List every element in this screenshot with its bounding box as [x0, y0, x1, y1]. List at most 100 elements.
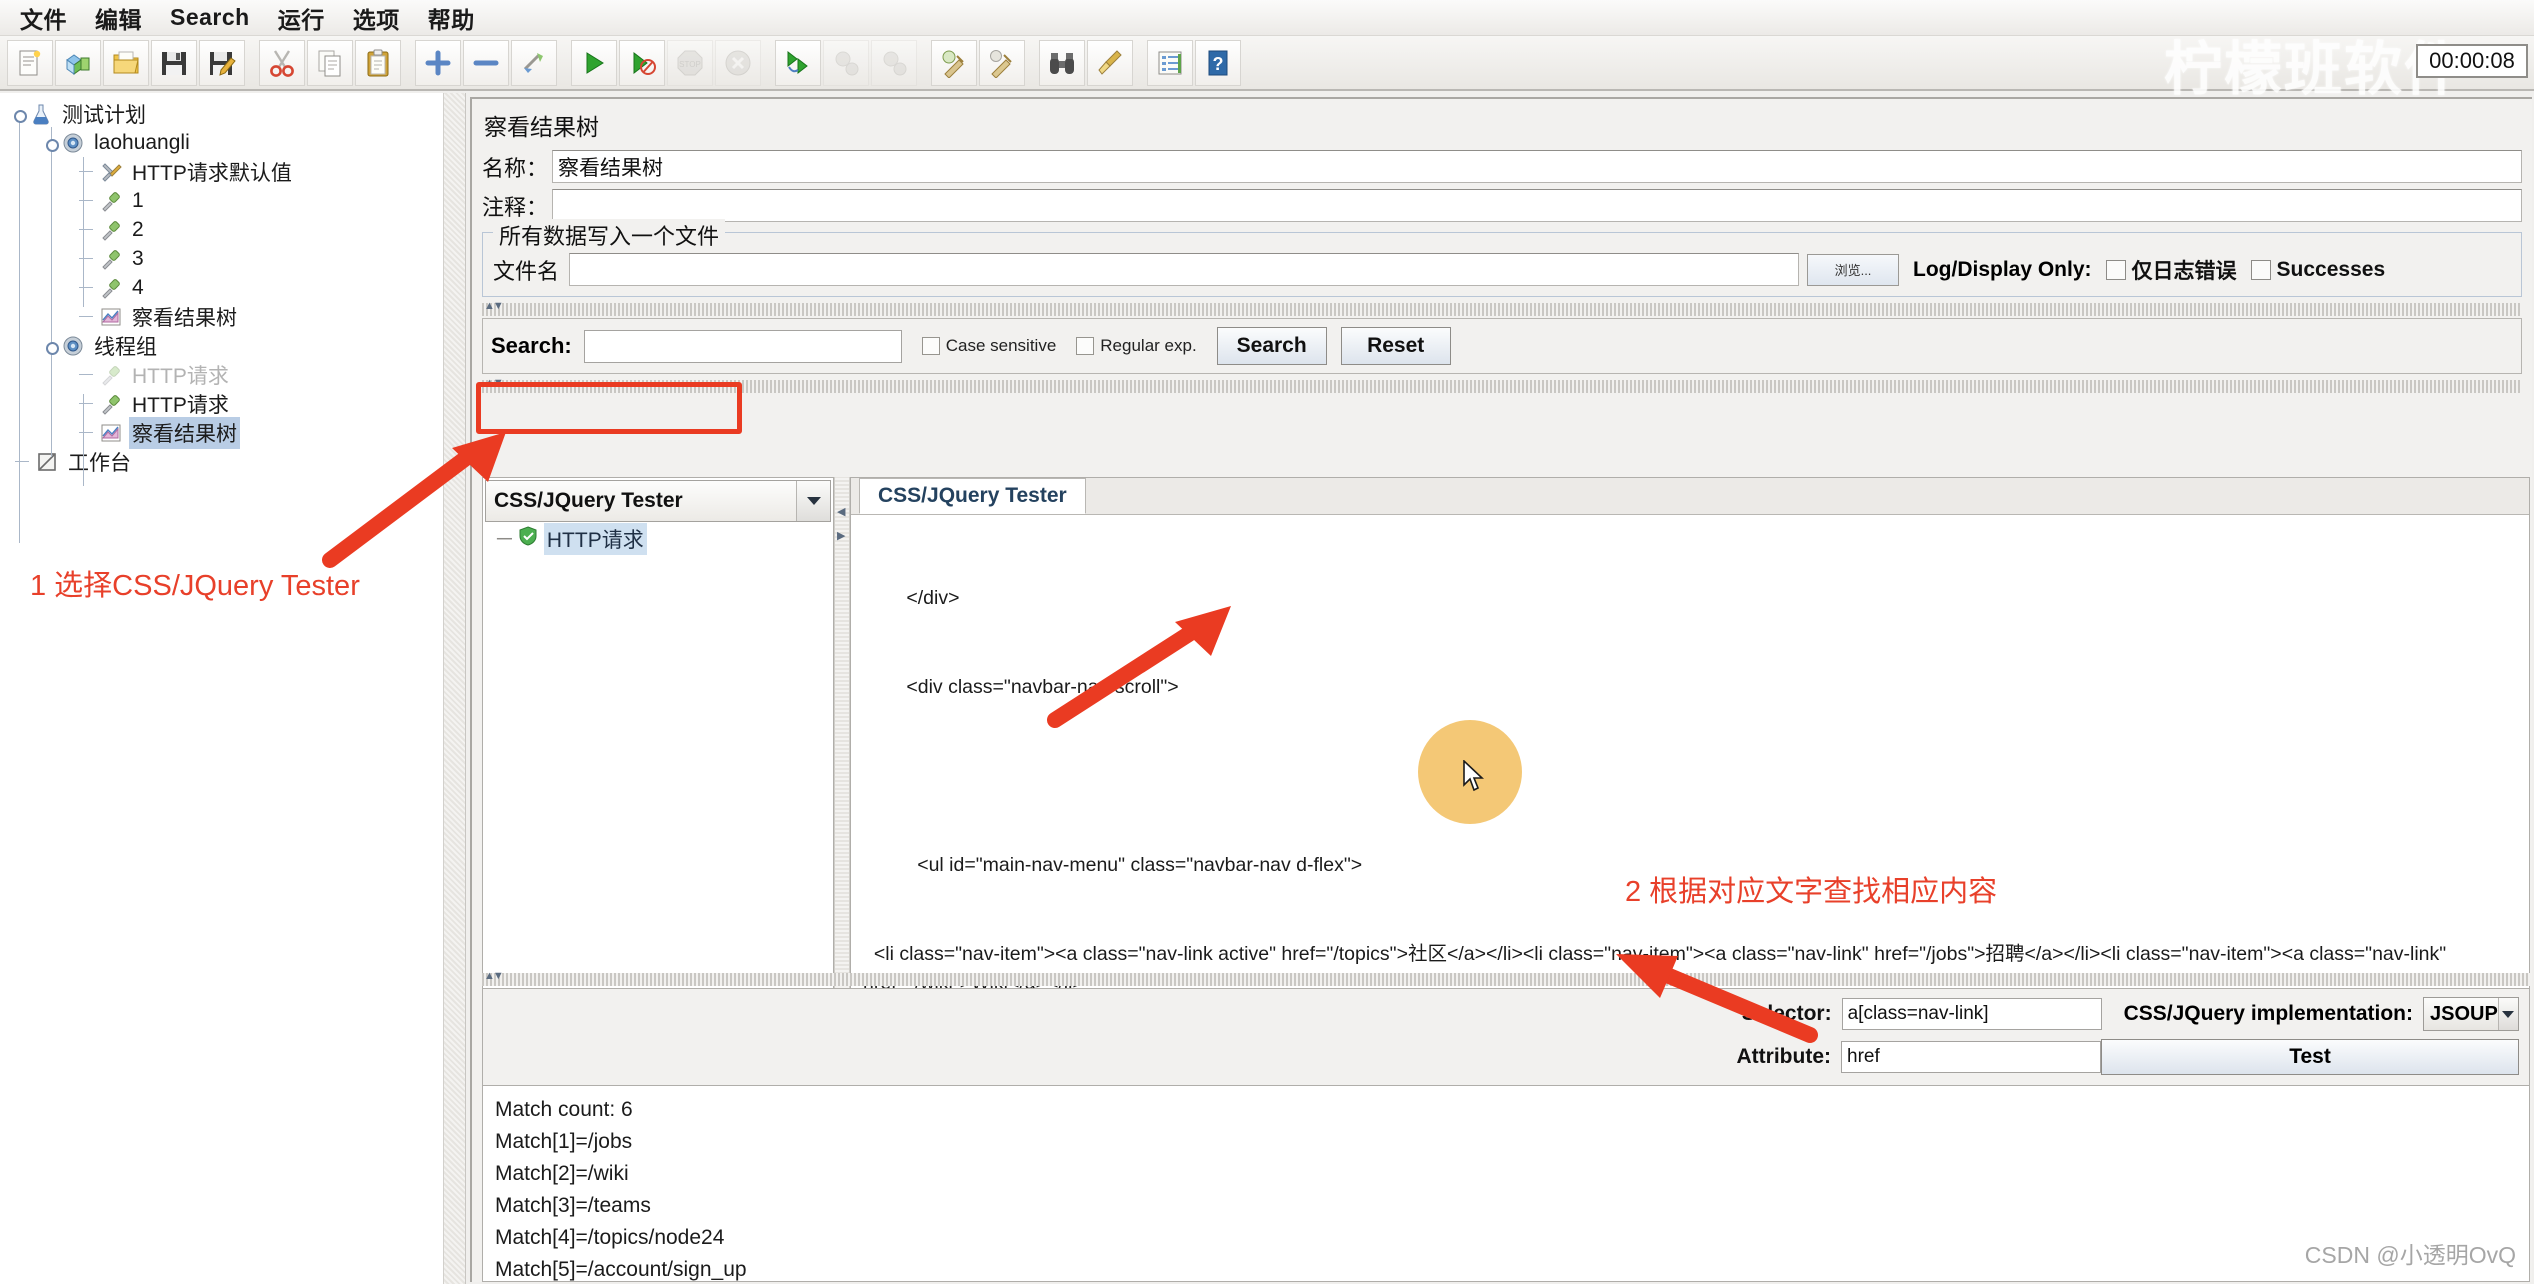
tree-label: 2	[132, 217, 144, 241]
expand-handle-icon[interactable]	[44, 339, 59, 355]
start-no-pauses-icon[interactable]	[619, 39, 665, 86]
tab-css-jquery-tester[interactable]: CSS/JQuery Tester	[859, 478, 1086, 514]
tree-node-view-results-tree-1[interactable]: 察看结果树	[0, 302, 444, 331]
menu-run[interactable]: 运行	[264, 0, 339, 37]
match-line: Match[3]=/teams	[495, 1193, 651, 1217]
cut-icon[interactable]	[259, 39, 305, 86]
view-results-tree-icon	[98, 421, 124, 445]
copy-icon[interactable]	[307, 39, 353, 86]
result-item-http-request[interactable]: ─ HTTP请求	[483, 523, 833, 555]
menu-options[interactable]: 选项	[339, 0, 414, 37]
clear-icon[interactable]	[931, 39, 977, 86]
tree-node-sampler-4[interactable]: 4	[0, 273, 444, 302]
test-plan-tree-panel: 测试计划 laohuangli HTTP请求默认值 1 2 3 4 察看结果树 …	[0, 93, 466, 1284]
search-input[interactable]	[583, 329, 902, 363]
shutdown-icon	[715, 39, 761, 86]
errors-only-checkbox[interactable]	[2105, 259, 2126, 280]
tree-node-sampler-1[interactable]: 1	[0, 186, 444, 215]
tree-node-workbench[interactable]: 工作台	[0, 447, 444, 476]
selector-row: Selector: a[class=nav-link] CSS/JQuery i…	[493, 997, 2519, 1031]
splitter-left-arrow-icon[interactable]: ◀	[837, 505, 845, 518]
paste-icon[interactable]	[355, 39, 401, 86]
case-sensitive-checkbox[interactable]	[921, 337, 940, 355]
templates-icon[interactable]	[55, 39, 101, 86]
svg-text:?: ?	[1213, 54, 1224, 74]
tree-node-http-request-disabled[interactable]: HTTP请求	[0, 360, 444, 389]
expand-handle-icon[interactable]	[12, 107, 27, 123]
toggle-icon[interactable]	[511, 39, 557, 86]
tree-node-http-request[interactable]: HTTP请求	[0, 389, 444, 418]
result-tabs: CSS/JQuery Tester	[851, 478, 2529, 515]
result-item-label: HTTP请求	[543, 523, 647, 555]
selector-box: Selector: a[class=nav-link] CSS/JQuery i…	[482, 988, 2530, 1086]
tree-label: 3	[132, 246, 144, 270]
tree-node-thread-group[interactable]: 线程组	[0, 331, 444, 360]
errors-only-label: 仅日志错误	[2131, 259, 2237, 283]
menu-help[interactable]: 帮助	[414, 0, 489, 37]
attribute-input[interactable]: href	[1841, 1041, 2101, 1073]
view-results-tree-panel: 察看结果树 名称： 察看结果树 注释： 所有数据写入一个文件 文件名 浏览...…	[470, 97, 2532, 1282]
reset-button[interactable]: Reset	[1340, 327, 1451, 365]
view-results-tree-icon	[98, 305, 124, 329]
open-folder-icon[interactable]	[103, 39, 149, 86]
save-icon[interactable]	[151, 39, 197, 86]
clear-all-icon[interactable]	[979, 39, 1025, 86]
splitter-arrows-icon[interactable]: ▲▼	[484, 970, 504, 982]
comment-input[interactable]	[552, 189, 2522, 222]
tree-node-sampler-2[interactable]: 2	[0, 215, 444, 244]
menu-bar: 文件 编辑 Search 运行 选项 帮助	[0, 0, 2534, 36]
save-as-icon[interactable]	[199, 39, 245, 86]
start-icon[interactable]	[571, 39, 617, 86]
test-button[interactable]: Test	[2101, 1039, 2519, 1075]
menu-file[interactable]: 文件	[6, 0, 81, 37]
search-button[interactable]: Search	[1216, 327, 1327, 365]
successes-checkbox[interactable]	[2250, 259, 2271, 280]
reset-search-broom-icon[interactable]	[1087, 39, 1133, 86]
match-line: Match[1]=/jobs	[495, 1129, 633, 1153]
help-icon[interactable]: ?	[1195, 39, 1241, 86]
implementation-combobox[interactable]: JSOUP	[2423, 997, 2519, 1031]
chevron-down-icon[interactable]	[2497, 998, 2518, 1030]
match-line: Match count: 6	[495, 1098, 633, 1121]
tree-elbow-icon: ─	[497, 527, 512, 550]
thread-group-gear-icon	[60, 131, 86, 155]
menu-edit[interactable]: 编辑	[81, 0, 156, 37]
splitter-arrows-icon[interactable]: ▲▼	[484, 377, 504, 389]
expand-handle-icon[interactable]	[44, 136, 59, 152]
new-file-icon[interactable]	[7, 39, 53, 86]
elapsed-timer: 00:00:08	[2416, 44, 2528, 78]
tree-label: HTTP请求	[132, 364, 229, 388]
match-line: Match[5]=/account/sign_up	[495, 1257, 747, 1281]
test-plan-tree: 测试计划 laohuangli HTTP请求默认值 1 2 3 4 察看结果树 …	[0, 99, 444, 543]
name-input[interactable]: 察看结果树	[552, 150, 2522, 183]
renderer-combobox[interactable]: CSS/JQuery Tester	[485, 480, 831, 522]
tree-node-http-defaults[interactable]: HTTP请求默认值	[0, 157, 444, 186]
tree-node-test-plan[interactable]: 测试计划	[0, 99, 444, 128]
regular-exp-checkbox[interactable]	[1076, 337, 1095, 355]
http-defaults-wrench-icon	[98, 160, 124, 184]
horizontal-splitter-mid[interactable]: ▲▼	[482, 377, 2522, 393]
browse-button[interactable]: 浏览...	[1807, 253, 1899, 286]
menu-search[interactable]: Search	[156, 2, 264, 33]
tree-node-sampler-3[interactable]: 3	[0, 244, 444, 273]
splitter-right-arrow-icon[interactable]: ▶	[837, 529, 845, 542]
selector-input[interactable]: a[class=nav-link]	[1841, 998, 2102, 1030]
name-row: 名称： 察看结果树	[472, 148, 2532, 185]
workbench-icon	[34, 450, 60, 474]
renderer-selected-label: CSS/JQuery Tester	[494, 489, 683, 512]
collapse-all-icon[interactable]	[463, 39, 509, 86]
tree-node-view-results-tree-2[interactable]: 察看结果树	[0, 416, 444, 449]
horizontal-splitter-top[interactable]: ▲▼	[482, 300, 2522, 316]
attribute-label: Attribute:	[1736, 1045, 1831, 1068]
tree-node-laohuangli[interactable]: laohuangli	[0, 128, 444, 157]
selector-section: ▲▼ Selector: a[class=nav-link] CSS/JQuer…	[482, 970, 2530, 1282]
tree-vertical-scrollbar[interactable]	[443, 93, 465, 1284]
function-helper-icon[interactable]	[1147, 39, 1193, 86]
chevron-down-icon[interactable]	[796, 481, 830, 521]
splitter-arrows-icon[interactable]: ▲▼	[484, 300, 504, 312]
search-binoculars-icon[interactable]	[1039, 39, 1085, 86]
start-remote-icon[interactable]	[775, 39, 821, 86]
horizontal-splitter-bottom[interactable]: ▲▼	[482, 970, 2530, 986]
filename-input[interactable]	[569, 253, 1799, 286]
expand-all-icon[interactable]	[415, 39, 461, 86]
